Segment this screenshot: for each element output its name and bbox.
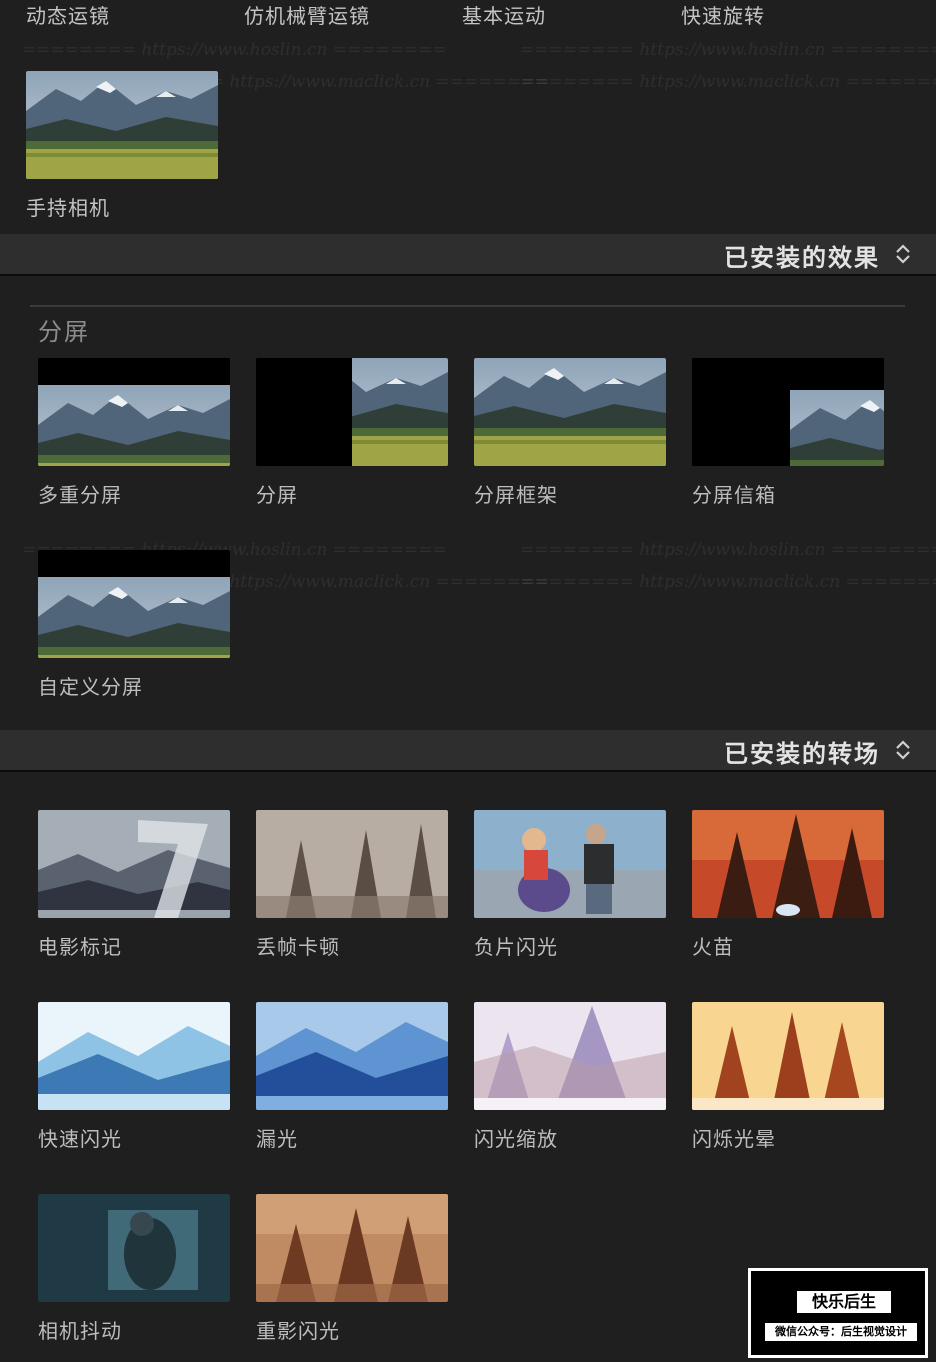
tile-thumbnail-split-letterbox[interactable] [692, 358, 884, 466]
tile-label-fast-rotate: 快速旋转 [681, 4, 765, 28]
tile-thumbnail-film-mark[interactable] [38, 810, 230, 918]
tile-thumbnail-custom-split[interactable] [38, 550, 230, 658]
tile-label-ghost-flash: 重影闪光 [256, 1319, 340, 1343]
tile-label-basic-motion: 基本运动 [462, 4, 546, 28]
section-header-installed-effects[interactable]: 已安装的效果 [0, 234, 936, 276]
tile-label-custom-split: 自定义分屏 [38, 675, 143, 699]
section-title: 已安装的效果 [724, 244, 880, 272]
tile-thumbnail-split-frame[interactable] [474, 358, 666, 466]
tile-label-frame-drop: 丢帧卡顿 [256, 935, 340, 959]
tile-label-light-leak: 漏光 [256, 1127, 298, 1151]
tile-thumbnail-camera-shake[interactable] [38, 1194, 230, 1302]
watermark-text: ======== https://www.hoslin.cn ======== [520, 40, 936, 60]
logo-subtitle: 微信公众号：后生视觉设计 [765, 1323, 917, 1341]
chevron-up-down-icon[interactable] [894, 242, 912, 266]
tile-label-dynamic-camera: 动态运镜 [26, 4, 110, 28]
tile-label-negative-flash: 负片闪光 [474, 935, 558, 959]
tile-label-flame: 火苗 [692, 935, 734, 959]
tile-label-split-frame: 分屏框架 [474, 483, 558, 507]
logo-name: 快乐后生 [797, 1291, 891, 1313]
tile-thumbnail-negative-flash[interactable] [474, 810, 666, 918]
tile-thumbnail-flash-zoom[interactable] [474, 1002, 666, 1110]
tile-label-robotic-arm: 仿机械臂运镜 [244, 4, 370, 28]
tile-thumbnail-flame[interactable] [692, 810, 884, 918]
chevron-up-down-icon[interactable] [894, 738, 912, 762]
tile-thumbnail-multi-split[interactable] [38, 358, 230, 466]
tile-thumbnail-quick-flash[interactable] [38, 1002, 230, 1110]
tile-thumbnail-flicker-halo[interactable] [692, 1002, 884, 1110]
section-title: 已安装的转场 [724, 740, 880, 768]
group-divider [30, 305, 905, 307]
tile-label-quick-flash: 快速闪光 [38, 1127, 122, 1151]
tile-thumbnail-frame-drop[interactable] [256, 810, 448, 918]
tile-label-flicker-halo: 闪烁光晕 [692, 1127, 776, 1151]
tile-label-split-letterbox: 分屏信箱 [692, 483, 776, 507]
tile-label-film-mark: 电影标记 [38, 935, 122, 959]
tile-label-split: 分屏 [256, 483, 298, 507]
tile-thumbnail-handheld-camera[interactable] [26, 71, 218, 179]
watermark-text: ======== https://www.hoslin.cn ======== [22, 40, 447, 60]
tile-label-multi-split: 多重分屏 [38, 483, 122, 507]
logo-badge: 快乐后生 微信公众号：后生视觉设计 [748, 1268, 928, 1358]
group-title-split-screen: 分屏 [38, 318, 90, 346]
tile-thumbnail-split[interactable] [256, 358, 448, 466]
tile-label-flash-zoom: 闪光缩放 [474, 1127, 558, 1151]
tile-label-handheld-camera: 手持相机 [26, 196, 110, 220]
tile-thumbnail-light-leak[interactable] [256, 1002, 448, 1110]
tile-label-camera-shake: 相机抖动 [38, 1319, 122, 1343]
watermark-text: ======== https://www.maclick.cn ======== [520, 72, 936, 92]
section-header-installed-transitions[interactable]: 已安装的转场 [0, 730, 936, 772]
tile-thumbnail-ghost-flash[interactable] [256, 1194, 448, 1302]
watermark-text: ======== https://www.maclick.cn ======== [520, 572, 936, 592]
watermark-text: ======== https://www.hoslin.cn ======== [520, 540, 936, 560]
